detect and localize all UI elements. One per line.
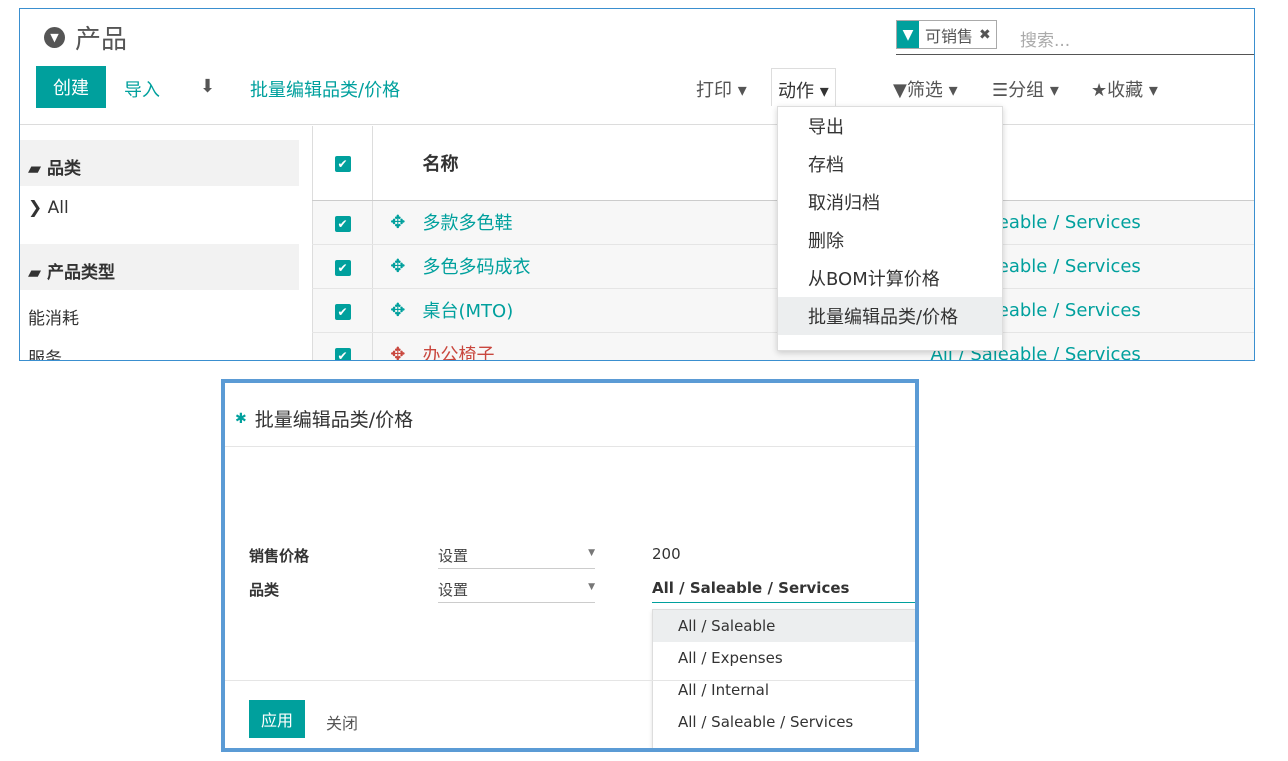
drag-handle-icon[interactable]: ✥ — [372, 200, 423, 245]
sale-price-input[interactable]: 200 — [652, 545, 681, 563]
drag-handle-icon[interactable]: ✥ — [372, 332, 423, 360]
favorites-dropdown[interactable]: ★收藏 ▾ — [1091, 76, 1158, 102]
row-checkbox[interactable]: ✔ — [312, 200, 373, 245]
download-icon[interactable]: ⬇ — [200, 76, 215, 97]
category-section-header: ▰ 品类 — [20, 140, 299, 186]
product-type-section-header: ▰ 产品类型 — [20, 244, 299, 290]
folder-open-icon: ▰ — [28, 263, 42, 283]
sale-price-mode-value: 设置 — [438, 547, 469, 565]
mass-edit-button[interactable]: 批量编辑品类/价格 — [250, 76, 400, 102]
menu-item-unarchive[interactable]: 取消归档 — [778, 183, 1002, 221]
favorites-label: 收藏 ▾ — [1107, 80, 1158, 101]
group-label: 分组 ▾ — [1008, 80, 1059, 101]
select-all-checkbox[interactable]: ✔ — [312, 126, 373, 201]
list-icon: ☰ — [992, 80, 1009, 101]
product-type-section-label: 产品类型 — [47, 263, 115, 283]
bug-icon: ✱ — [235, 410, 247, 427]
filter-icon: ▼ — [897, 21, 919, 48]
search-box[interactable]: ▼ 可销售 ✖ 搜索... — [896, 17, 1254, 55]
group-dropdown[interactable]: ☰分组 ▾ — [992, 76, 1059, 102]
close-button[interactable]: 关闭 — [326, 710, 358, 734]
row-checkbox[interactable]: ✔ — [312, 288, 373, 333]
autocomplete-option[interactable]: All / Saleable — [653, 610, 915, 642]
dialog-title: ✱ 批量编辑品类/价格 — [235, 405, 413, 432]
mass-edit-dialog: ✱ 批量编辑品类/价格 销售价格 设置 ▼ 200 品类 设置 ▼ All / … — [221, 379, 919, 752]
import-button[interactable]: 导入 — [124, 76, 160, 102]
control-panel: ▼ 产品 创建 导入 ⬇ 批量编辑品类/价格 ▼ 可销售 ✖ 搜索... 打印 … — [20, 9, 1254, 125]
product-list-view: ▼ 产品 创建 导入 ⬇ 批量编辑品类/价格 ▼ 可销售 ✖ 搜索... 打印 … — [19, 8, 1255, 361]
handle-column-header — [372, 126, 423, 201]
sale-price-mode-select[interactable]: 设置 ▼ — [438, 545, 595, 569]
print-dropdown[interactable]: 打印 ▾ — [696, 76, 747, 102]
create-button[interactable]: 创建 — [36, 66, 106, 108]
filter-icon: ▼ — [893, 80, 907, 101]
search-panel: ▰ 品类 ❯ All ▰ 产品类型 能消耗 服务 — [20, 126, 313, 360]
category-mode-select[interactable]: 设置 ▼ — [438, 579, 595, 603]
menu-item-export[interactable]: 导出 — [778, 107, 1002, 145]
filter-dropdown[interactable]: ▼筛选 ▾ — [893, 76, 958, 102]
autocomplete-option[interactable]: All / Expenses — [653, 642, 915, 674]
check-icon: ✔ — [334, 347, 351, 360]
row-checkbox[interactable]: ✔ — [312, 244, 373, 289]
folder-open-icon: ▰ — [28, 159, 42, 179]
category-label: 品类 — [249, 581, 280, 599]
search-placeholder[interactable]: 搜索... — [1020, 26, 1070, 51]
chevron-right-icon: ❯ — [28, 198, 43, 218]
menu-item-archive[interactable]: 存档 — [778, 145, 1002, 183]
dialog-header: ✱ 批量编辑品类/价格 — [225, 383, 915, 447]
category-input[interactable]: All / Saleable / Services — [652, 579, 915, 603]
menu-item-compute-bom-price[interactable]: 从BOM计算价格 — [778, 259, 1002, 297]
check-icon: ✔ — [334, 259, 351, 276]
drag-handle-icon[interactable]: ✥ — [372, 288, 423, 333]
action-dropdown[interactable]: 动作 ▾ — [771, 68, 836, 106]
product-type-item-service[interactable]: 服务 — [28, 344, 62, 360]
page-title: ▼ 产品 — [44, 19, 127, 56]
category-section-label: 品类 — [47, 159, 81, 179]
check-icon: ✔ — [334, 156, 351, 173]
category-item-all[interactable]: ❯ All — [28, 198, 69, 218]
caret-down-icon: ▼ — [588, 582, 595, 592]
facet-value: 可销售 — [925, 26, 974, 46]
apply-button[interactable]: 应用 — [249, 700, 305, 738]
row-checkbox[interactable]: ✔ — [312, 332, 373, 360]
remove-facet-icon[interactable]: ✖ — [979, 27, 996, 43]
dialog-title-text: 批量编辑品类/价格 — [254, 409, 414, 431]
check-icon: ✔ — [334, 303, 351, 320]
sale-price-label: 销售价格 — [249, 547, 310, 565]
action-dropdown-menu: 导出 存档 取消归档 删除 从BOM计算价格 批量编辑品类/价格 — [777, 106, 1003, 351]
dialog-footer: 应用 关闭 — [225, 680, 915, 748]
drag-handle-icon[interactable]: ✥ — [372, 244, 423, 289]
category-mode-value: 设置 — [438, 581, 469, 599]
page-title-text: 产品 — [75, 25, 128, 55]
chevron-down-circle-icon[interactable]: ▼ — [44, 27, 65, 48]
search-facet: ▼ 可销售 ✖ — [896, 20, 997, 49]
star-icon: ★ — [1091, 80, 1108, 101]
check-icon: ✔ — [334, 215, 351, 232]
category-all-label: All — [47, 198, 69, 218]
menu-item-mass-edit[interactable]: 批量编辑品类/价格 — [778, 297, 1002, 335]
filter-label: 筛选 ▾ — [906, 80, 958, 101]
caret-down-icon: ▼ — [588, 548, 595, 558]
product-type-item-consumable[interactable]: 能消耗 — [28, 304, 79, 329]
menu-item-delete[interactable]: 删除 — [778, 221, 1002, 259]
